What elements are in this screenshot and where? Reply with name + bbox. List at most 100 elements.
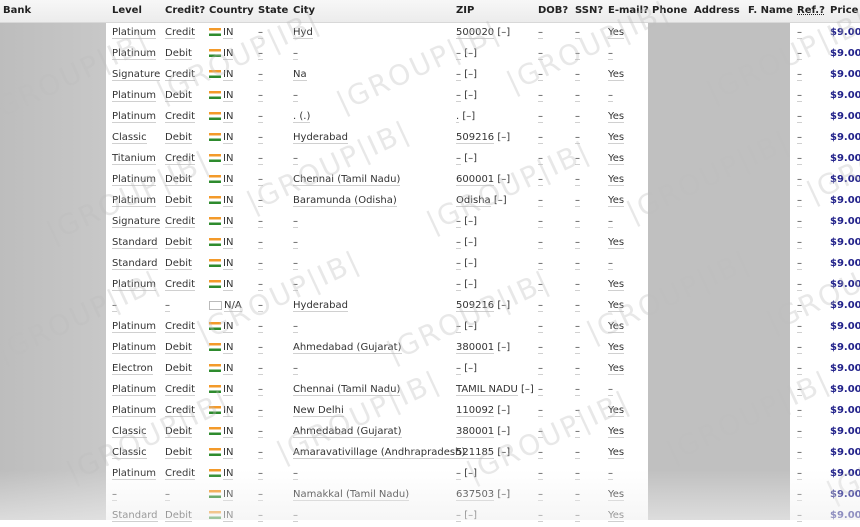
cell-credit[interactable]: Debit [165,342,192,354]
cell-zip[interactable]: TAMIL NADU [–] [456,384,534,396]
cell-zip[interactable]: 509216 [–] [456,132,510,144]
cell-country[interactable]: IN [209,90,234,102]
zip-expand-link[interactable]: [–] [521,384,534,395]
cell-email[interactable]: Yes [608,510,625,522]
cell-level[interactable]: – [112,489,117,501]
zip-expand-link[interactable]: [–] [497,405,510,416]
cell-dob[interactable]: – [538,279,543,291]
zip-value[interactable]: – [456,237,461,249]
cell-dob[interactable]: – [538,48,543,60]
cell-dob[interactable]: – [538,69,543,81]
country-code[interactable]: IN [223,489,234,501]
zip-value[interactable]: – [456,363,461,375]
cell-zip[interactable]: – [–] [456,90,477,102]
cell-credit[interactable]: Debit [165,447,192,459]
header-credit[interactable]: Credit? [165,5,205,16]
cell-state[interactable]: – [258,27,263,39]
cell-ref[interactable]: – [797,195,802,207]
cell-email[interactable]: – [608,90,613,102]
cell-zip[interactable]: Odisha [–] [456,195,507,207]
cell-zip[interactable]: – [–] [456,216,477,228]
cell-dob[interactable]: – [538,216,543,228]
country-code[interactable]: IN [223,69,234,81]
zip-expand-link[interactable]: [–] [464,90,477,101]
cell-level[interactable]: Platinum [112,111,157,123]
cell-ssn[interactable]: – [575,153,580,165]
cell-level[interactable]: Signature [112,216,161,228]
cell-email[interactable]: – [608,384,613,396]
cell-state[interactable]: – [258,258,263,270]
cell-state[interactable]: – [258,195,263,207]
cell-ssn[interactable]: – [575,447,580,459]
cell-level[interactable]: Electron [112,363,154,375]
cell-level[interactable]: Platinum [112,195,157,207]
cell-city[interactable]: – [293,48,298,60]
zip-value[interactable]: – [456,258,461,270]
zip-value[interactable]: – [456,69,461,81]
cell-ssn[interactable]: – [575,27,580,39]
cell-ssn[interactable]: – [575,426,580,438]
country-code[interactable]: IN [223,153,234,165]
cell-level[interactable]: Platinum [112,27,157,39]
cell-email[interactable]: – [608,48,613,60]
cell-city[interactable]: – [293,90,298,102]
zip-value[interactable]: – [456,48,461,60]
cell-email[interactable]: Yes [608,69,625,81]
cell-ref[interactable]: – [797,405,802,417]
cell-ref[interactable]: – [797,342,802,354]
zip-value[interactable]: Odisha [456,195,491,207]
cell-state[interactable]: – [258,447,263,459]
zip-expand-link[interactable]: [–] [464,258,477,269]
cell-dob[interactable]: – [538,426,543,438]
cell-email[interactable]: Yes [608,27,625,39]
header-fname[interactable]: F. Name [748,5,793,16]
cell-credit[interactable]: Credit [165,279,196,291]
header-city[interactable]: City [293,5,315,16]
zip-value[interactable]: – [456,279,461,291]
cell-ref[interactable]: – [797,363,802,375]
cell-dob[interactable]: – [538,237,543,249]
cell-level[interactable]: Platinum [112,48,157,60]
header-phone[interactable]: Phone [652,5,687,16]
cell-ssn[interactable]: – [575,300,580,312]
cell-city[interactable]: Ahmedabad (Gujarat) [293,426,402,438]
cell-country[interactable]: IN [209,279,234,291]
cell-city[interactable]: Baramunda (Odisha) [293,195,397,207]
cell-email[interactable]: Yes [608,132,625,144]
cell-country[interactable]: IN [209,237,234,249]
cell-credit[interactable]: Debit [165,90,192,102]
cell-ref[interactable]: – [797,132,802,144]
zip-expand-link[interactable]: [–] [464,468,477,479]
cell-zip[interactable]: – [–] [456,321,477,333]
cell-state[interactable]: – [258,426,263,438]
cell-email[interactable]: Yes [608,237,625,249]
cell-zip[interactable]: 600001 [–] [456,174,510,186]
cell-city[interactable]: – [293,510,298,522]
zip-value[interactable]: 380001 [456,426,495,438]
cell-ssn[interactable]: – [575,237,580,249]
zip-value[interactable]: – [456,90,461,102]
cell-ssn[interactable]: – [575,321,580,333]
cell-state[interactable]: – [258,300,263,312]
country-code[interactable]: IN [223,132,234,144]
cell-state[interactable]: – [258,489,263,501]
cell-ssn[interactable]: – [575,195,580,207]
cell-ref[interactable]: – [797,300,802,312]
cell-email[interactable]: Yes [608,174,625,186]
zip-expand-link[interactable]: [–] [462,111,475,122]
cell-country[interactable]: IN [209,153,234,165]
cell-ref[interactable]: – [797,384,802,396]
cell-credit[interactable]: Credit [165,111,196,123]
cell-zip[interactable]: 380001 [–] [456,342,510,354]
cell-credit[interactable]: Debit [165,132,192,144]
cell-level[interactable]: Standard [112,510,158,522]
header-level[interactable]: Level [112,5,142,16]
cell-zip[interactable]: – [–] [456,153,477,165]
header-email[interactable]: E-mail? [608,5,649,16]
cell-country[interactable]: IN [209,69,234,81]
cell-state[interactable]: – [258,216,263,228]
cell-country[interactable]: IN [209,174,234,186]
cell-email[interactable]: Yes [608,195,625,207]
cell-city[interactable]: Ahmedabad (Gujarat) [293,342,402,354]
cell-level[interactable]: Classic [112,426,147,438]
